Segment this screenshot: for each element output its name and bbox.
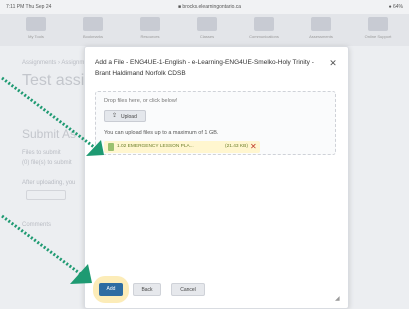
annotation-arrow-upload [1, 76, 104, 156]
annotation-arrow-add [1, 214, 92, 284]
annotation-arrows [1, 76, 104, 284]
